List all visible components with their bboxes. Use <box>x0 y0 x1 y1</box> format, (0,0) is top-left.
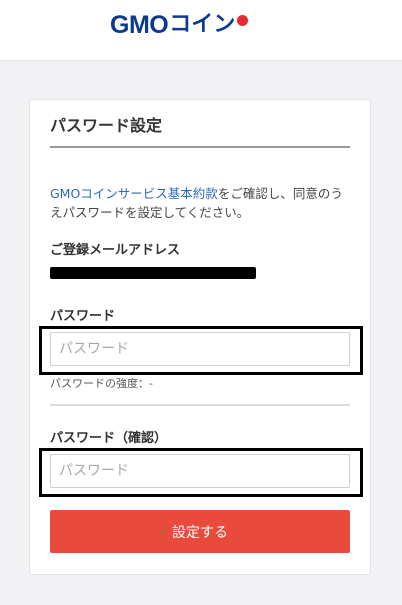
password-confirm-label: パスワード（確認） <box>50 431 168 446</box>
logo-kana: コイン <box>169 12 236 37</box>
email-label: ご登録メールアドレス <box>50 243 181 258</box>
title-divider <box>50 146 350 148</box>
terms-notice: GMOコインサービス基本約款をご確認し、同意のうえパスワードを設定してください。 <box>50 184 355 222</box>
gmo-coin-logo[interactable]: GMO コイン <box>110 10 249 40</box>
submit-button[interactable]: 設定する <box>50 510 350 553</box>
section-divider <box>50 404 350 406</box>
password-label: パスワード <box>50 309 116 324</box>
logo-dot-icon <box>237 14 249 26</box>
email-value-redacted <box>50 267 256 279</box>
page-title: パスワード設定 <box>50 116 163 135</box>
site-header: GMO コイン <box>0 0 402 61</box>
logo-latin: GMO <box>110 11 169 39</box>
password-confirm-input[interactable] <box>50 454 350 488</box>
password-setup-card: パスワード設定 GMOコインサービス基本約款をご確認し、同意のうえパスワードを設… <box>29 99 371 575</box>
password-input[interactable] <box>50 332 350 366</box>
password-strength-text: パスワードの強度：- <box>50 377 153 390</box>
terms-link[interactable]: GMOコインサービス基本約款 <box>50 186 218 201</box>
